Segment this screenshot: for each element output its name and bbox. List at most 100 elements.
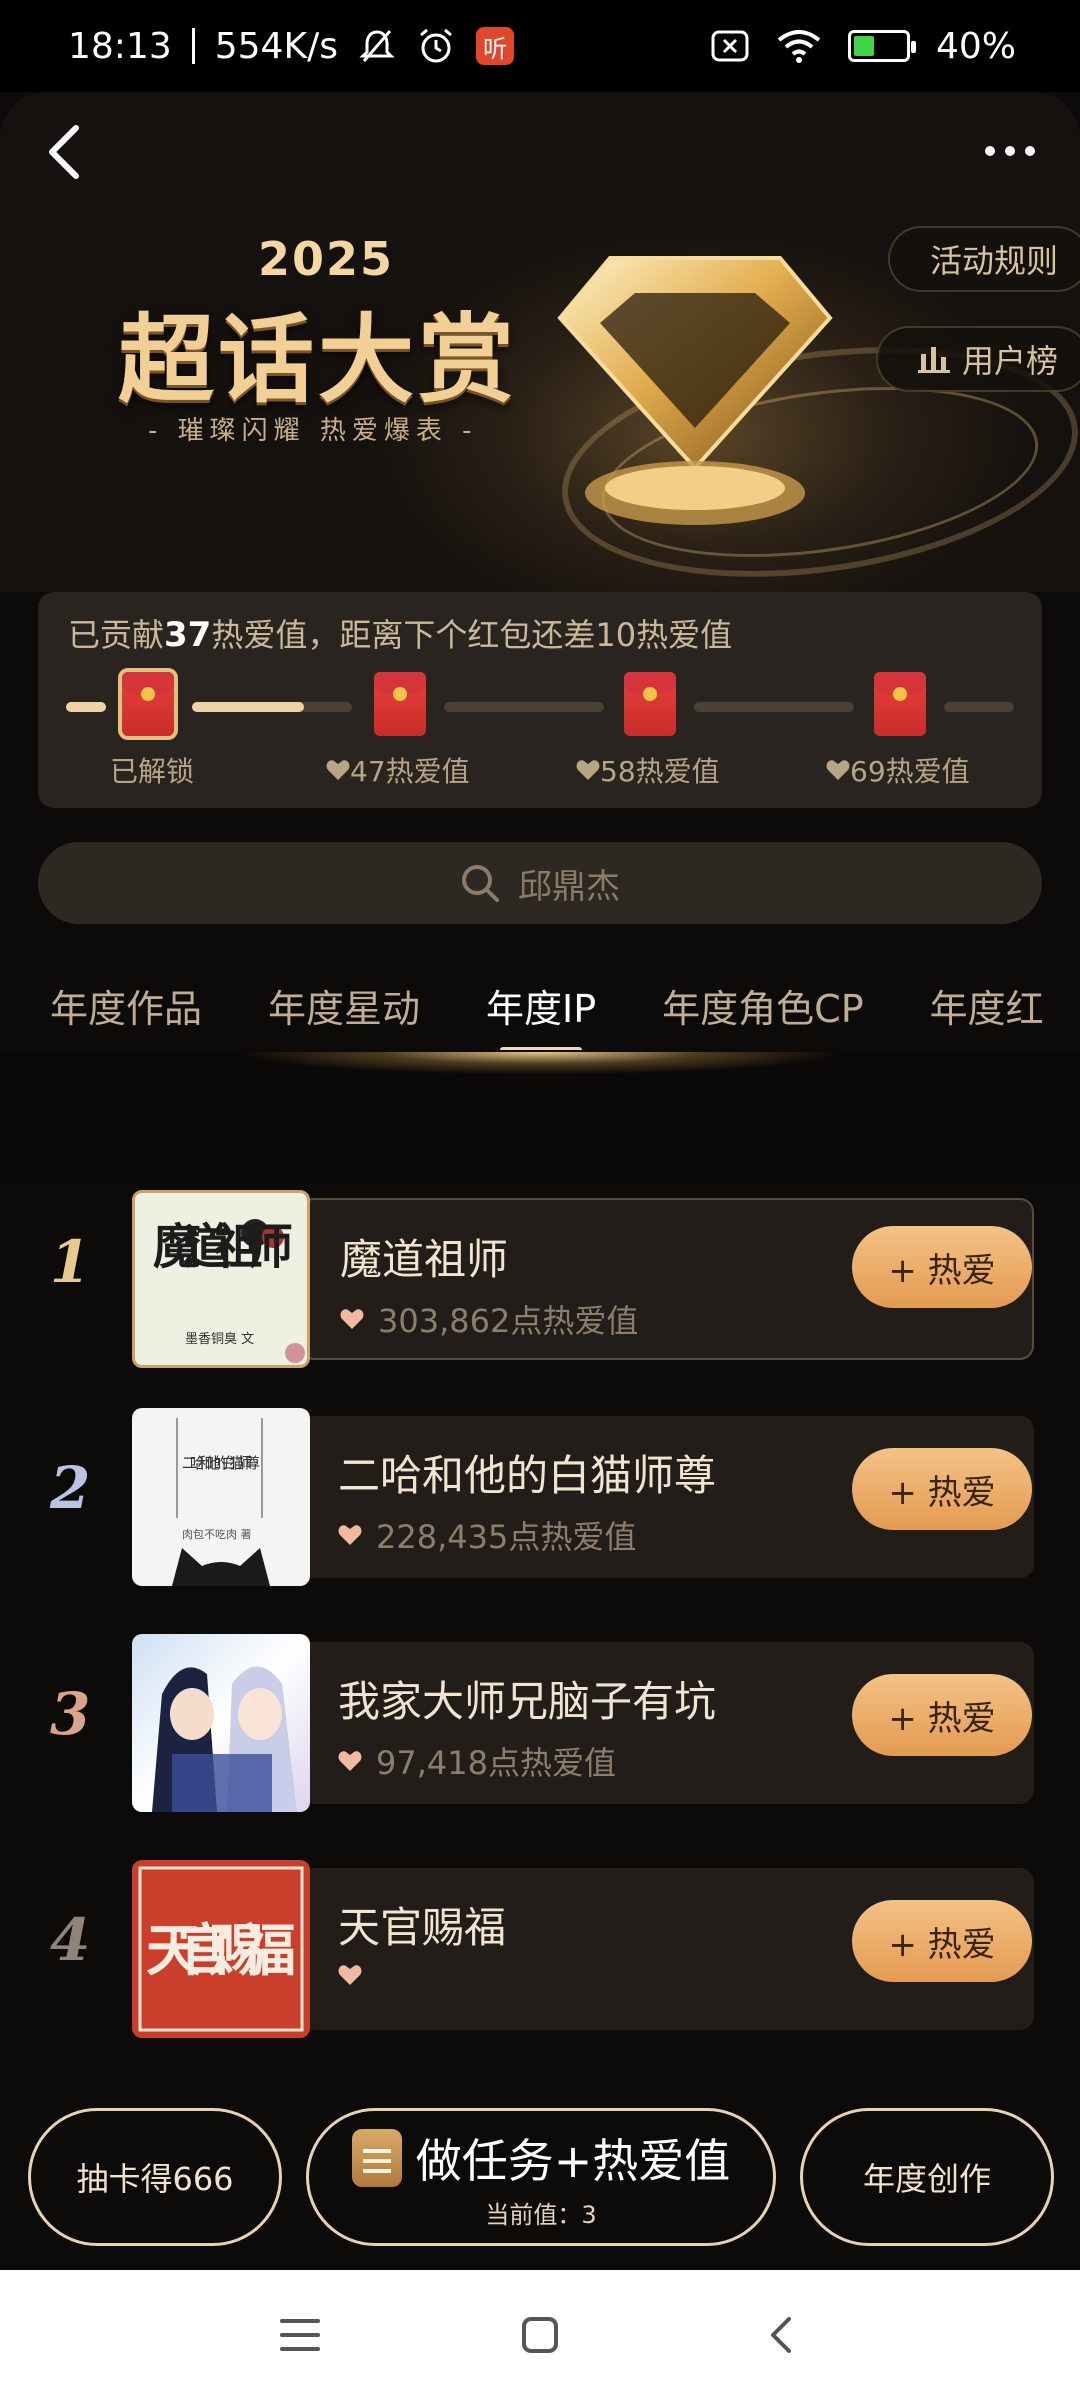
tab-annual-stars[interactable]: 年度星动 bbox=[268, 978, 420, 1033]
cover-art-mdzs: 魔道祖师 墨香铜臭 文 bbox=[153, 1219, 305, 1363]
cover-image[interactable]: 天官赐福 bbox=[132, 1860, 310, 2038]
event-banner: 2025 超话大赏 - 璀璨闪耀 热爱爆表 - 活动规则 用户榜 bbox=[0, 92, 1080, 592]
banner-year: 2025 bbox=[258, 232, 395, 286]
heart-icon bbox=[826, 760, 850, 780]
tab-annual-red[interactable]: 年度红 bbox=[930, 978, 1044, 1033]
tab-annual-ip[interactable]: 年度IP bbox=[486, 978, 596, 1050]
cover-image[interactable]: 魔道祖师 墨香铜臭 文 bbox=[132, 1190, 310, 1368]
cover-title-text: 二哈和他的白猫师尊 bbox=[182, 1454, 260, 1472]
current-value-text: 当前值：3 bbox=[485, 2200, 597, 2229]
item-title: 我家大师兄脑子有坑 bbox=[338, 1677, 717, 1726]
back-button[interactable] bbox=[34, 122, 94, 182]
more-options-button[interactable] bbox=[970, 126, 1050, 176]
banner-title: 超话大赏 bbox=[118, 304, 518, 416]
red-packet-locked[interactable] bbox=[374, 672, 426, 736]
search-icon bbox=[462, 865, 499, 902]
system-navigation-bar bbox=[0, 2270, 1080, 2400]
rank-number: 2 bbox=[50, 1454, 91, 1522]
milestone-label: 58热爱值 bbox=[576, 750, 720, 790]
progress-segment-fill bbox=[192, 702, 304, 712]
item-score bbox=[338, 1964, 376, 1986]
progress-segment bbox=[66, 702, 106, 712]
item-score: 228,435点热爱值 bbox=[338, 1512, 636, 1558]
menu-icon bbox=[280, 2319, 320, 2351]
contributed-value: 37 bbox=[164, 615, 212, 655]
cover-image[interactable] bbox=[132, 1634, 310, 1812]
search-placeholder: 邱鼎杰 bbox=[518, 866, 620, 907]
progress-segment-fill bbox=[66, 702, 106, 712]
item-title: 魔道祖师 bbox=[340, 1235, 509, 1284]
tab-annual-character-cp[interactable]: 年度角色CP bbox=[662, 978, 863, 1033]
red-packet-unlocked[interactable] bbox=[118, 668, 178, 740]
red-packet-progress-card: 已贡献37热爱值，距离下个红包还差10热爱值 已解锁 47热爱值 58热爱值 6… bbox=[38, 592, 1042, 808]
add-love-button[interactable]: + 热爱 bbox=[852, 1448, 1032, 1530]
chevron-left-icon bbox=[49, 125, 79, 179]
home-button[interactable] bbox=[510, 2305, 570, 2365]
item-score: 303,862点热爱值 bbox=[340, 1296, 638, 1342]
chevron-left-icon bbox=[771, 2317, 791, 2353]
heart-icon bbox=[338, 1965, 362, 1985]
stage-light-decoration bbox=[0, 1052, 1080, 1182]
status-time: 18:13 bbox=[68, 25, 172, 67]
progress-suffix: 热爱值，距离下个红包还差10热爱值 bbox=[211, 616, 733, 654]
bar-chart-icon bbox=[917, 347, 950, 373]
dot bbox=[985, 146, 995, 156]
cover-art-tgcf: 天官赐福 bbox=[138, 1866, 304, 2032]
app-notification-icon: 听 bbox=[475, 27, 514, 65]
system-back-button[interactable] bbox=[750, 2305, 810, 2365]
status-bar: 18:13 554K/s 听 40% bbox=[0, 0, 1080, 92]
annual-creation-button[interactable]: 年度创作 bbox=[800, 2108, 1054, 2246]
home-square-icon bbox=[522, 2317, 558, 2353]
user-rank-button[interactable]: 用户榜 bbox=[875, 326, 1080, 392]
add-love-button[interactable]: + 热爱 bbox=[852, 1226, 1032, 1308]
list-item: 1 魔道祖师 303,862点热爱值 魔道祖师 墨香铜臭 文 + 热爱 bbox=[0, 1182, 1080, 1368]
heart-icon bbox=[326, 760, 350, 780]
draw-card-button[interactable]: 抽卡得666 bbox=[28, 2108, 282, 2246]
progress-prefix: 已贡献 bbox=[68, 616, 165, 654]
milestone-label: 69热爱值 bbox=[826, 750, 970, 790]
search-bar[interactable]: 邱鼎杰 bbox=[38, 842, 1042, 924]
progress-segment bbox=[694, 702, 854, 712]
progress-segment bbox=[192, 702, 352, 712]
milestone-label: 已解锁 bbox=[110, 755, 195, 788]
category-tabs: 年度作品 年度星动 年度IP 年度角色CP 年度红 bbox=[0, 960, 1080, 1050]
list-item: 3 我家大师兄脑子有坑 97,418点热爱值 + 热爱 bbox=[0, 1634, 1080, 1814]
progress-description: 已贡献37热爱值，距离下个红包还差10热爱值 bbox=[68, 610, 732, 656]
progress-segment bbox=[944, 702, 1014, 712]
wifi-icon bbox=[777, 30, 821, 63]
progress-segment bbox=[444, 702, 604, 712]
cover-image[interactable]: 二哈和他的白猫师尊 肉包不吃肉 著 bbox=[132, 1408, 310, 1586]
list-item: 2 二哈和他的白猫师尊 228,435点热爱值 二哈和他的白猫师尊 肉包不吃肉 … bbox=[0, 1408, 1080, 1588]
task-list-icon bbox=[351, 2128, 402, 2187]
cover-author-text: 肉包不吃肉 著 bbox=[182, 1527, 252, 1541]
alarm-icon bbox=[420, 28, 452, 63]
cover-art-erha: 二哈和他的白猫师尊 肉包不吃肉 著 bbox=[172, 1418, 270, 1586]
gold-trophy-logo bbox=[557, 256, 833, 525]
recent-apps-button[interactable] bbox=[270, 2305, 330, 2365]
cover-title-text: 天官赐福 bbox=[146, 1918, 296, 1984]
battery-percent: 40% bbox=[935, 25, 1016, 67]
heart-icon bbox=[338, 1525, 362, 1545]
cover-art-characters bbox=[152, 1666, 297, 1812]
rank-number: 3 bbox=[50, 1680, 91, 1748]
rank-number: 4 bbox=[50, 1906, 91, 1974]
cover-author-text: 墨香铜臭 文 bbox=[185, 1332, 254, 1347]
status-separator bbox=[191, 28, 195, 64]
red-packet-locked[interactable] bbox=[874, 672, 926, 736]
heart-icon bbox=[576, 760, 600, 780]
do-tasks-button[interactable]: 做任务+热爱值 当前值：3 bbox=[306, 2108, 776, 2246]
activity-rules-label: 活动规则 bbox=[929, 242, 1058, 280]
item-title: 二哈和他的白猫师尊 bbox=[338, 1451, 717, 1500]
rank-number: 1 bbox=[50, 1228, 91, 1296]
ranking-list: 1 魔道祖师 303,862点热爱值 魔道祖师 墨香铜臭 文 + 热爱 2 二哈… bbox=[0, 1182, 1080, 2102]
tab-annual-works[interactable]: 年度作品 bbox=[50, 978, 202, 1033]
add-love-button[interactable]: + 热爱 bbox=[852, 1674, 1032, 1756]
battery-charging-icon bbox=[847, 30, 916, 62]
item-title: 天官赐福 bbox=[338, 1903, 507, 1952]
red-packet-locked[interactable] bbox=[624, 672, 676, 736]
dot bbox=[1025, 146, 1035, 156]
add-love-button[interactable]: + 热爱 bbox=[852, 1900, 1032, 1982]
heart-icon bbox=[340, 1309, 364, 1329]
do-tasks-title: 做任务+热爱值 bbox=[351, 2125, 730, 2191]
activity-rules-button[interactable]: 活动规则 bbox=[887, 226, 1080, 292]
